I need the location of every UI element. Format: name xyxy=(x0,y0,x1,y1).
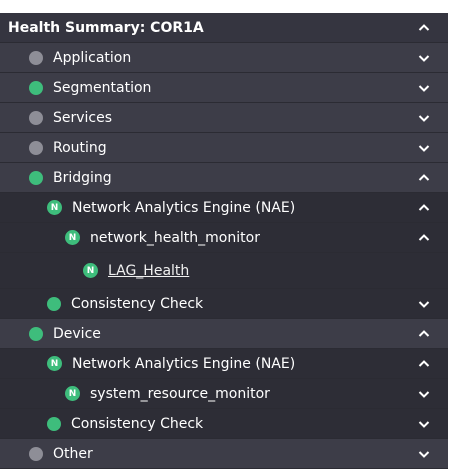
health-summary-title: Health Summary: COR1A xyxy=(8,19,204,36)
health-summary-panel: Health Summary: COR1A Application Segmen… xyxy=(0,13,448,469)
category-label: Device xyxy=(53,325,101,342)
category-label: Routing xyxy=(53,139,107,156)
expand-chevron-down-icon[interactable] xyxy=(418,82,430,94)
agent-label: system_resource_monitor xyxy=(90,385,270,402)
consistency-check-label: Consistency Check xyxy=(71,415,204,432)
status-green-icon xyxy=(29,80,43,95)
nae-n-badge-icon: N xyxy=(47,356,62,371)
bridging-consistency-check-row[interactable]: Consistency Check xyxy=(0,289,448,319)
category-label: Services xyxy=(53,109,113,126)
category-label: Segmentation xyxy=(53,79,152,96)
bridging-nae-row[interactable]: N Network Analytics Engine (NAE) xyxy=(0,193,448,223)
nae-label: Network Analytics Engine (NAE) xyxy=(72,199,296,216)
status-green-icon xyxy=(29,170,43,185)
nae-n-badge-icon: N xyxy=(83,263,98,278)
expand-chevron-down-icon[interactable] xyxy=(418,298,430,310)
expand-chevron-down-icon[interactable] xyxy=(418,142,430,154)
expand-chevron-down-icon[interactable] xyxy=(418,388,430,400)
nae-label: Network Analytics Engine (NAE) xyxy=(72,355,296,372)
system-resource-monitor-row[interactable]: N system_resource_monitor xyxy=(0,379,448,409)
collapse-chevron-up-icon[interactable] xyxy=(418,358,430,370)
status-green-icon xyxy=(29,326,43,341)
expand-chevron-down-icon[interactable] xyxy=(418,52,430,64)
lag-health-row: N LAG_Health xyxy=(0,253,448,289)
category-row-application[interactable]: Application xyxy=(0,43,448,73)
nae-n-badge-icon: N xyxy=(65,386,80,401)
collapse-chevron-up-icon[interactable] xyxy=(418,232,430,244)
device-nae-row[interactable]: N Network Analytics Engine (NAE) xyxy=(0,349,448,379)
status-gray-icon xyxy=(29,140,43,155)
category-label: Application xyxy=(53,49,132,66)
agent-label: network_health_monitor xyxy=(90,229,260,246)
nae-n-badge-icon: N xyxy=(65,230,80,245)
consistency-check-label: Consistency Check xyxy=(71,295,204,312)
device-consistency-check-row[interactable]: Consistency Check xyxy=(0,409,448,439)
collapse-chevron-up-icon[interactable] xyxy=(418,22,430,34)
nae-n-badge-icon: N xyxy=(47,200,62,215)
collapse-chevron-up-icon[interactable] xyxy=(418,328,430,340)
health-summary-header[interactable]: Health Summary: COR1A xyxy=(0,13,448,43)
status-gray-icon xyxy=(29,110,43,125)
network-health-monitor-row[interactable]: N network_health_monitor xyxy=(0,223,448,253)
collapse-chevron-up-icon[interactable] xyxy=(418,202,430,214)
category-row-bridging[interactable]: Bridging xyxy=(0,163,448,193)
expand-chevron-down-icon[interactable] xyxy=(418,448,430,460)
category-label: Bridging xyxy=(53,169,112,186)
category-label: Other xyxy=(53,445,93,462)
status-green-icon xyxy=(47,296,61,311)
expand-chevron-down-icon[interactable] xyxy=(418,112,430,124)
expand-chevron-down-icon[interactable] xyxy=(418,418,430,430)
category-row-services[interactable]: Services xyxy=(0,103,448,133)
status-gray-icon xyxy=(29,446,43,461)
status-green-icon xyxy=(47,416,61,431)
category-row-device[interactable]: Device xyxy=(0,319,448,349)
category-row-other[interactable]: Other xyxy=(0,439,448,469)
lag-health-link[interactable]: LAG_Health xyxy=(108,263,189,279)
category-row-segmentation[interactable]: Segmentation xyxy=(0,73,448,103)
status-gray-icon xyxy=(29,50,43,65)
category-row-routing[interactable]: Routing xyxy=(0,133,448,163)
collapse-chevron-up-icon[interactable] xyxy=(418,172,430,184)
